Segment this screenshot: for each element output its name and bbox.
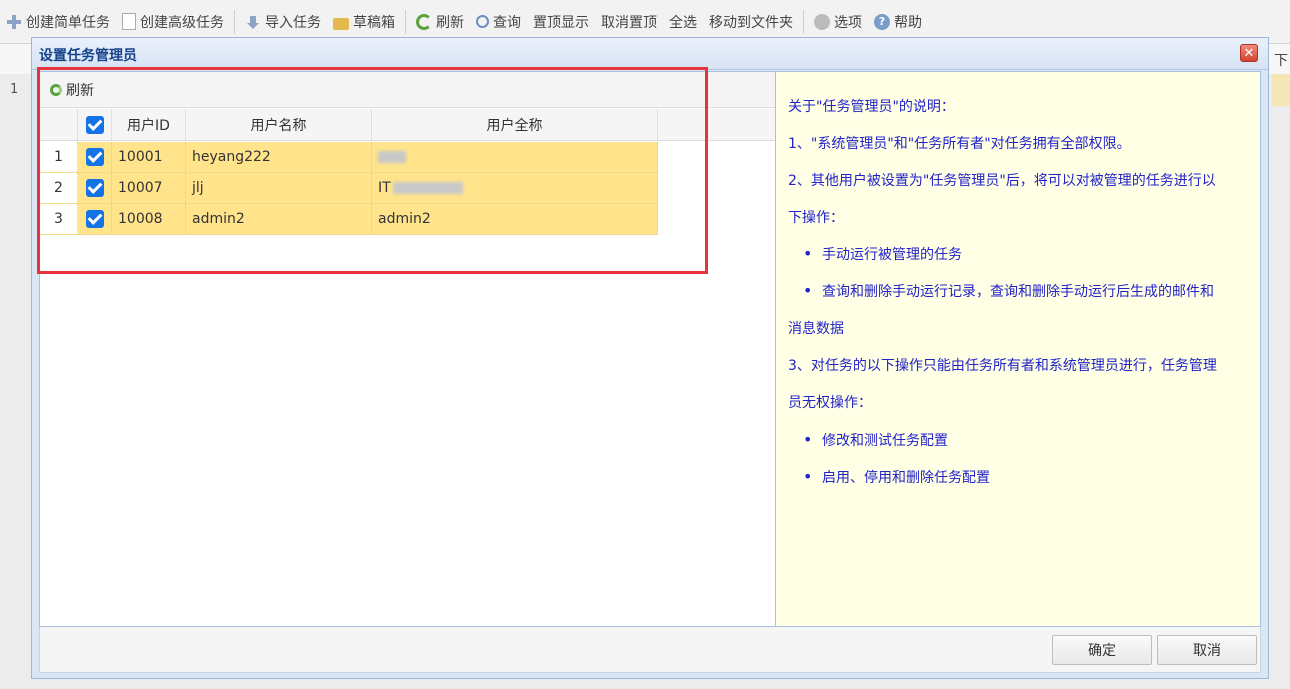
- redacted-text: [378, 151, 406, 163]
- dialog-body: 刷新 用户ID 用户名称 用户全称 1 10001 heyang222 2 10…: [39, 71, 1261, 627]
- background-column-label: 下: [1274, 53, 1288, 69]
- toolbar-divider: [234, 9, 235, 34]
- info-paragraph-3-cont: 员无权操作：: [788, 395, 872, 411]
- create-advanced-task-button[interactable]: 创建高级任务: [116, 8, 230, 36]
- unpin-button[interactable]: 取消置顶: [595, 8, 663, 36]
- move-to-folder-button[interactable]: 移动到文件夹: [703, 8, 799, 36]
- table-row[interactable]: 3 10008 admin2 admin2: [40, 204, 658, 235]
- dialog-title: 设置任务管理员: [39, 48, 137, 64]
- user-id-cell: 10007: [112, 173, 186, 203]
- toolbar-divider: [405, 9, 406, 34]
- search-icon: [476, 15, 489, 28]
- table-row[interactable]: 2 10007 jlj IT: [40, 173, 658, 204]
- refresh-icon: [50, 83, 62, 96]
- user-id-cell: 10008: [112, 204, 186, 234]
- grid-refresh-button[interactable]: 刷新: [50, 80, 94, 100]
- background-row-number: 1: [10, 82, 19, 97]
- help-button[interactable]: ? 帮助: [868, 8, 928, 36]
- info-paragraph-2: 2、其他用户被设置为"任务管理员"后，将可以对被管理的任务进行以: [788, 173, 1216, 189]
- drafts-button[interactable]: 草稿箱: [327, 8, 401, 36]
- confirm-button[interactable]: 确定: [1052, 635, 1152, 665]
- table-row[interactable]: 1 10001 heyang222: [40, 142, 658, 173]
- column-header-user-id[interactable]: 用户ID: [112, 109, 186, 140]
- options-button[interactable]: 选项: [808, 8, 868, 36]
- import-icon: [245, 14, 261, 30]
- full-name-cell: [372, 142, 658, 172]
- dialog-footer: 确定 取消: [39, 627, 1261, 673]
- full-name-cell: IT: [372, 173, 658, 203]
- admin-info-panel: 关于"任务管理员"的说明： 1、"系统管理员"和"任务所有者"对任务拥有全部权限…: [776, 72, 1260, 626]
- document-icon: [122, 13, 136, 30]
- full-name-cell: admin2: [372, 204, 658, 234]
- grid-toolbar: 刷新: [40, 72, 775, 108]
- header-select-all-cell: [78, 109, 112, 140]
- cancel-button[interactable]: 取消: [1157, 635, 1257, 665]
- create-simple-task-button[interactable]: 创建简单任务: [0, 8, 116, 36]
- row-number: 2: [40, 173, 78, 203]
- refresh-icon: [416, 13, 432, 30]
- user-name-cell: jlj: [186, 173, 372, 203]
- background-row-strip: [1272, 74, 1290, 106]
- row-checkbox-cell: [78, 142, 112, 172]
- info-paragraph-1: 1、"系统管理员"和"任务所有者"对任务拥有全部权限。: [788, 136, 1131, 152]
- select-all-checkbox[interactable]: [85, 115, 104, 134]
- gear-icon: [814, 13, 830, 30]
- plus-icon: [6, 14, 22, 30]
- row-number: 3: [40, 204, 78, 234]
- close-icon[interactable]: ✕: [1240, 44, 1258, 62]
- refresh-button[interactable]: 刷新: [410, 8, 470, 36]
- folder-icon: [333, 17, 349, 30]
- grid-header: 用户ID 用户名称 用户全称: [40, 109, 775, 141]
- import-task-button[interactable]: 导入任务: [239, 8, 327, 36]
- row-checkbox-cell: [78, 204, 112, 234]
- select-all-button[interactable]: 全选: [663, 8, 703, 36]
- query-button[interactable]: 查询: [470, 8, 527, 36]
- info-paragraph-2-cont: 下操作：: [788, 210, 844, 226]
- info-paragraph-3: 3、对任务的以下操作只能由任务所有者和系统管理员进行，任务管理: [788, 358, 1217, 374]
- user-name-cell: admin2: [186, 204, 372, 234]
- header-rownum-cell: [40, 109, 78, 140]
- column-header-full-name[interactable]: 用户全称: [372, 109, 658, 140]
- row-checkbox-cell: [78, 173, 112, 203]
- column-header-user-name[interactable]: 用户名称: [186, 109, 372, 140]
- pin-top-button[interactable]: 置顶显示: [527, 8, 595, 36]
- redacted-text: [392, 182, 463, 194]
- row-checkbox[interactable]: [85, 179, 104, 197]
- info-bullet: 手动运行被管理的任务: [803, 244, 962, 264]
- info-heading: 关于"任务管理员"的说明：: [788, 99, 955, 115]
- info-bullet: 启用、停用和删除任务配置: [803, 467, 990, 487]
- user-grid-panel: 刷新 用户ID 用户名称 用户全称 1 10001 heyang222 2 10…: [40, 72, 776, 626]
- help-icon: ?: [874, 13, 890, 30]
- info-bullet: 修改和测试任务配置: [803, 430, 948, 450]
- task-admin-dialog: 设置任务管理员 ✕ 刷新 用户ID 用户名称 用户全称 1 10001 heya…: [31, 37, 1269, 679]
- row-number: 1: [40, 142, 78, 172]
- user-id-cell: 10001: [112, 142, 186, 172]
- dialog-titlebar[interactable]: 设置任务管理员 ✕: [32, 38, 1268, 70]
- toolbar-divider: [803, 9, 804, 34]
- row-checkbox[interactable]: [85, 210, 104, 228]
- info-bullet: 查询和删除手动运行记录，查询和删除手动运行后生成的邮件和: [803, 281, 1214, 301]
- info-bullet-cont: 消息数据: [788, 321, 844, 337]
- row-checkbox[interactable]: [85, 148, 104, 166]
- user-name-cell: heyang222: [186, 142, 372, 172]
